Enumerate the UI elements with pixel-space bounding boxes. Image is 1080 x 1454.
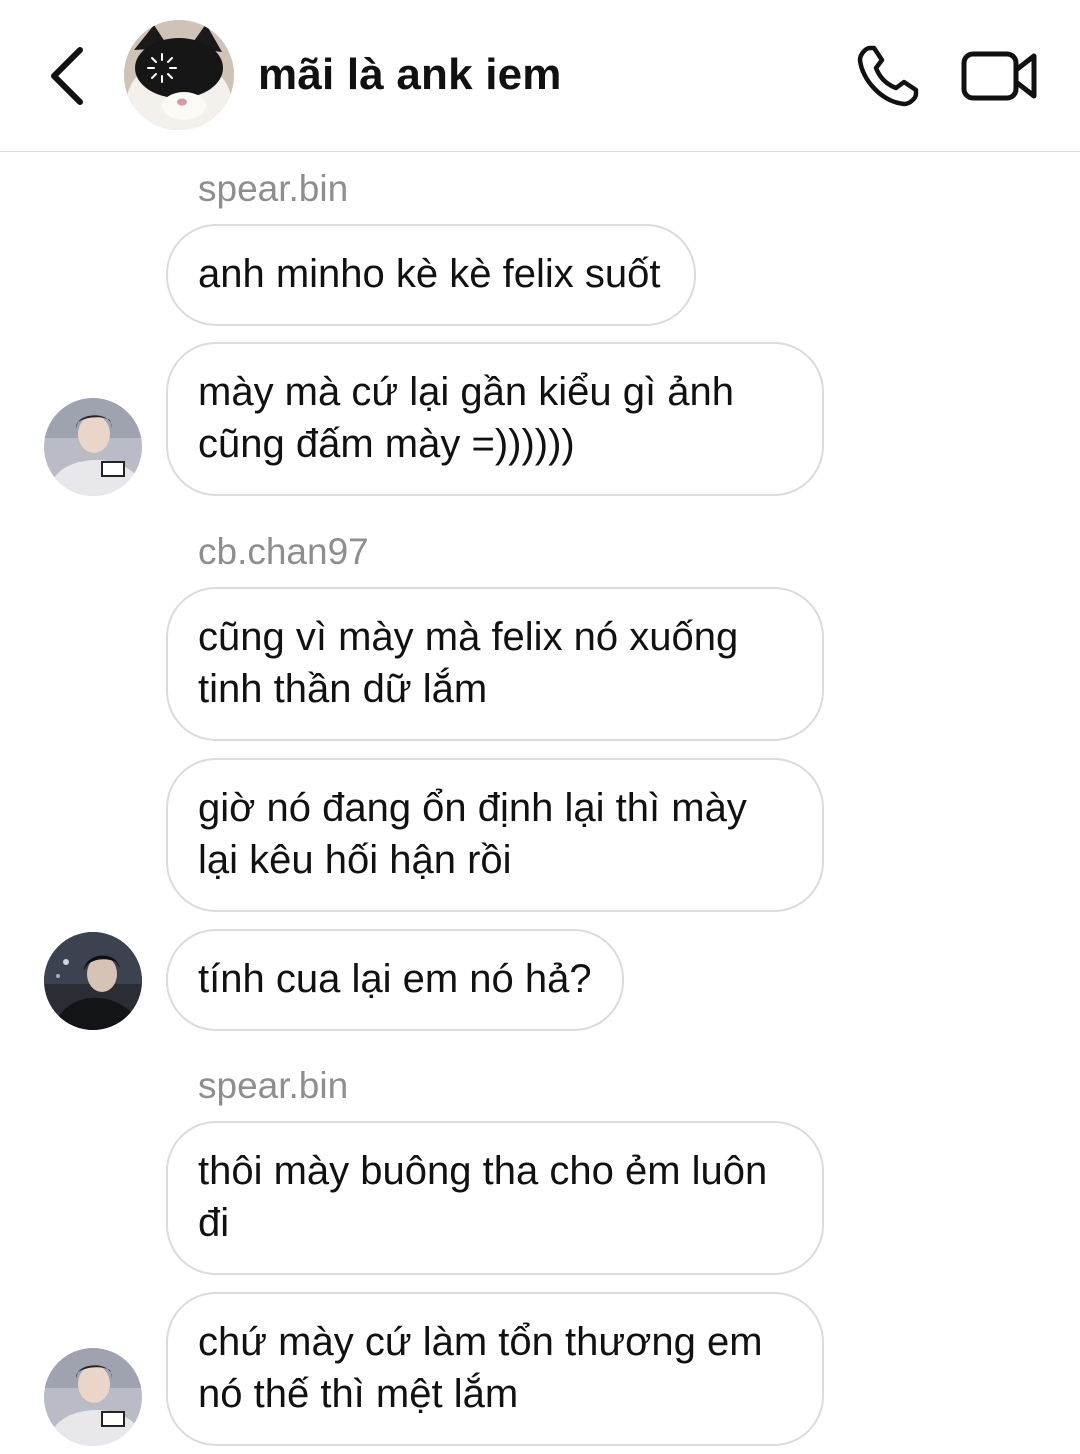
sender-name: spear.bin [198,168,349,209]
message-bubble[interactable]: giờ nó đang ổn định lại thì mày lại kêu … [166,758,824,912]
group-avatar[interactable] [124,20,234,130]
user-avatar-image [44,1348,142,1446]
back-button[interactable] [36,40,96,112]
voice-call-button[interactable] [852,40,924,112]
user-avatar-image [44,398,142,496]
video-camera-icon [961,51,1037,101]
video-call-button[interactable] [958,44,1042,108]
user-avatar[interactable] [44,1348,142,1446]
user-avatar[interactable] [44,398,142,496]
chevron-left-icon [51,47,83,105]
message-bubble[interactable]: anh minho kè kè felix suốt [166,224,696,326]
message-bubble[interactable]: cũng vì mày mà felix nó xuống tinh thần … [166,587,824,741]
chat-header: mãi là ank iem [0,0,1080,152]
message-bubble[interactable]: mày mà cứ lại gần kiểu gì ảnh cũng đấm m… [166,342,824,496]
message-bubble[interactable]: thôi mày buông tha cho ẻm luôn đi [166,1121,824,1275]
chat-title[interactable]: mãi là ank iem [258,50,562,100]
user-avatar[interactable] [44,932,142,1030]
sender-name: spear.bin [198,1065,349,1106]
cat-avatar-image [124,20,234,130]
sender-name: cb.chan97 [198,531,369,572]
phone-icon [857,45,919,107]
message-bubble[interactable]: tính cua lại em nó hả? [166,929,624,1031]
message-bubble[interactable]: chứ mày cứ làm tổn thương em nó thế thì … [166,1292,824,1446]
user-avatar-image [44,932,142,1030]
